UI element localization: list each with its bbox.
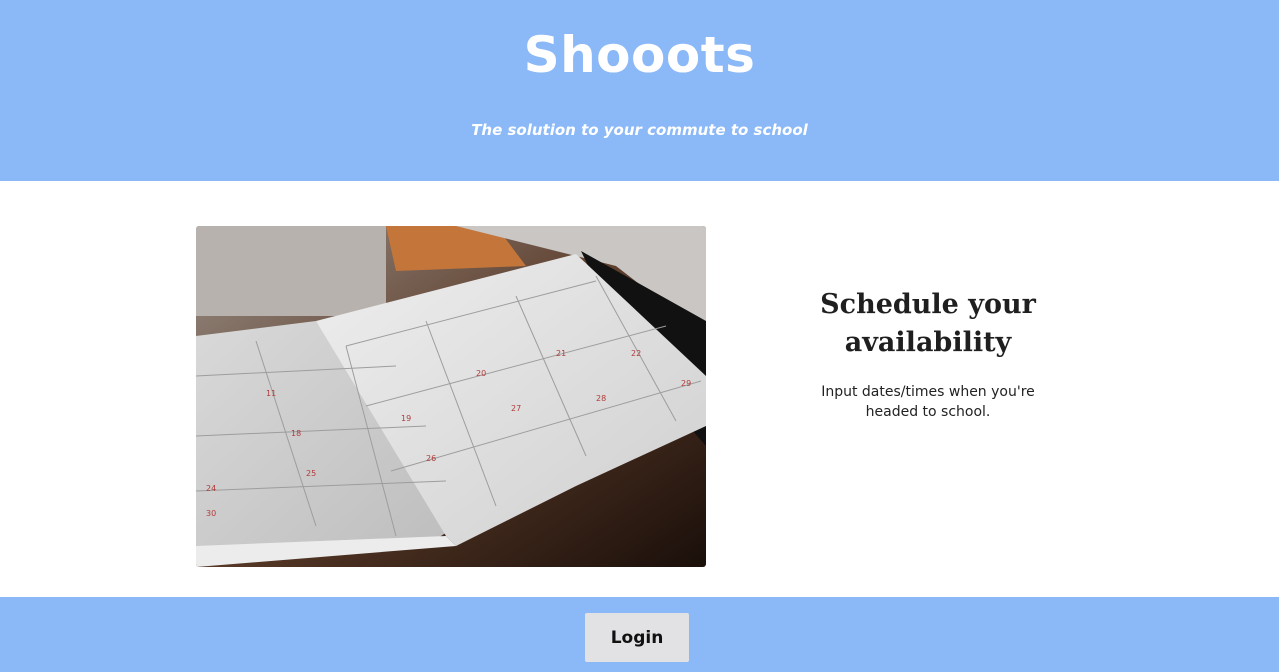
svg-text:20: 20: [476, 369, 486, 378]
tagline: The solution to your commute to school: [471, 121, 808, 139]
planner-photo: 20 21 22 19 27 28 29 18 26 25 24 11 30: [196, 226, 706, 567]
feature-panel: Schedule your availability Input dates/t…: [795, 286, 1061, 422]
svg-text:22: 22: [631, 349, 641, 358]
svg-text:21: 21: [556, 349, 566, 358]
svg-text:28: 28: [596, 394, 606, 403]
svg-text:26: 26: [426, 454, 436, 463]
site-header: Shooots The solution to your commute to …: [0, 0, 1279, 181]
svg-text:29: 29: [681, 379, 691, 388]
svg-text:18: 18: [291, 429, 301, 438]
planner-image: 20 21 22 19 27 28 29 18 26 25 24 11 30: [196, 226, 706, 567]
feature-description: Input dates/times when you're headed to …: [821, 384, 1035, 420]
brand-logo: Shooots: [523, 26, 756, 84]
svg-text:27: 27: [511, 404, 521, 413]
site-footer: Login: [0, 597, 1279, 672]
svg-text:11: 11: [266, 389, 276, 398]
svg-text:19: 19: [401, 414, 411, 423]
login-button[interactable]: Login: [585, 613, 689, 662]
feature-title: Schedule your availability: [820, 289, 1036, 358]
svg-text:25: 25: [306, 469, 316, 478]
svg-text:30: 30: [206, 509, 216, 518]
svg-text:24: 24: [206, 484, 216, 493]
